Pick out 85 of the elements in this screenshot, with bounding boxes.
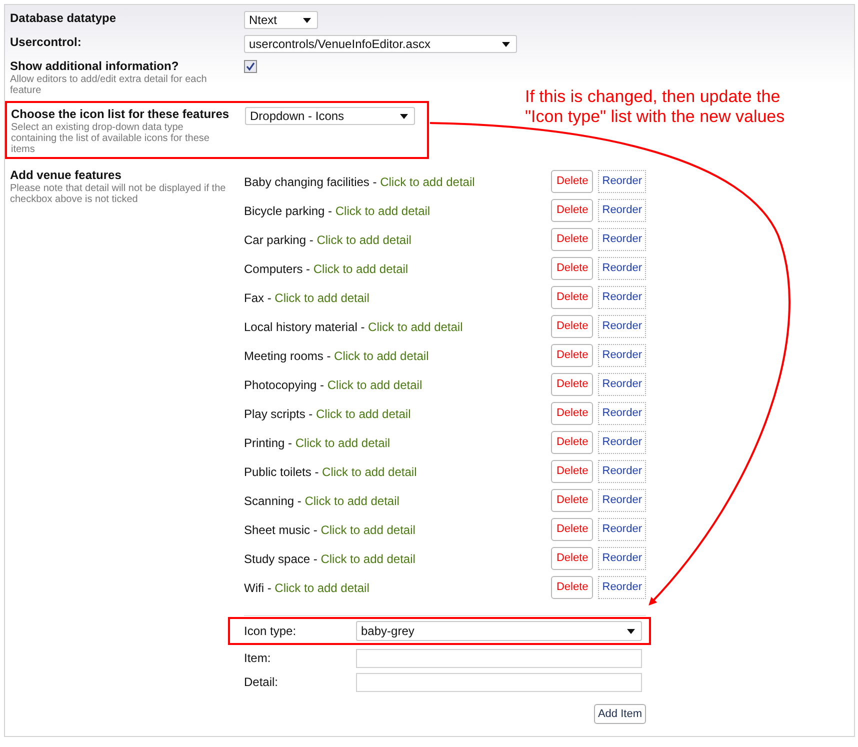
- field-label: Usercontrol:: [10, 34, 82, 50]
- delete-button[interactable]: Delete: [551, 402, 594, 425]
- field-label: Icon type:: [244, 623, 298, 640]
- feature-item: Printing - Click to add detail: [244, 434, 390, 452]
- delete-button[interactable]: Delete: [551, 199, 594, 222]
- add-detail-link[interactable]: Click to add detail: [380, 174, 475, 188]
- delete-button[interactable]: Delete: [551, 547, 594, 570]
- add-detail-link[interactable]: Click to add detail: [313, 262, 408, 276]
- caret-icon: [400, 114, 408, 118]
- add-detail-link[interactable]: Click to add detail: [334, 348, 429, 362]
- add-detail-link[interactable]: Click to add detail: [368, 320, 463, 334]
- feature-item: Wifi - Click to add detail: [244, 580, 370, 596]
- add-detail-link[interactable]: Click to add detail: [335, 204, 430, 218]
- delete-button[interactable]: Delete: [551, 286, 594, 309]
- delete-button[interactable]: Delete: [551, 460, 594, 483]
- add-detail-link[interactable]: Click to add detail: [316, 406, 411, 420]
- reorder-button[interactable]: Reorder: [598, 576, 646, 599]
- feature-item: Computers - Click to add detail: [244, 260, 408, 278]
- field-description: Select an existing drop-down data type containing the list of available icons for these items: [11, 122, 210, 155]
- delete-button[interactable]: Delete: [551, 315, 594, 338]
- delete-button[interactable]: Delete: [551, 431, 594, 454]
- feature-item: Meeting rooms - Click to add detail: [244, 348, 429, 364]
- dropdown[interactable]: Dropdown - Icons: [245, 107, 415, 125]
- dropdown[interactable]: usercontrols/VenueInfoEditor.ascx: [244, 35, 517, 53]
- field-label: Choose the icon list for these features: [11, 106, 230, 122]
- feature-item: Study space - Click to add detail: [244, 550, 416, 568]
- delete-button[interactable]: Delete: [551, 489, 594, 512]
- delete-button[interactable]: Delete: [551, 518, 594, 541]
- dropdown[interactable]: Ntext: [244, 11, 318, 29]
- checkbox[interactable]: [244, 60, 257, 73]
- reorder-button[interactable]: Reorder: [598, 257, 646, 280]
- add-item-button[interactable]: Add Item: [594, 704, 646, 724]
- reorder-button[interactable]: Reorder: [598, 460, 646, 483]
- reorder-button[interactable]: Reorder: [598, 170, 646, 193]
- delete-button[interactable]: Delete: [551, 228, 594, 251]
- reorder-button[interactable]: Reorder: [598, 228, 646, 251]
- reorder-button[interactable]: Reorder: [598, 286, 646, 309]
- delete-button[interactable]: Delete: [551, 576, 594, 599]
- add-detail-link[interactable]: Click to add detail: [327, 378, 422, 392]
- field-label: Show additional information?: [10, 58, 180, 74]
- caret-icon: [502, 42, 510, 46]
- add-detail-link[interactable]: Click to add detail: [274, 290, 370, 304]
- field-label: Add venue features: [10, 167, 122, 183]
- caret-icon: [627, 628, 635, 634]
- reorder-button[interactable]: Reorder: [598, 489, 646, 512]
- annotation-text: "Icon type" list with the new values: [525, 107, 785, 127]
- delete-button[interactable]: Delete: [551, 373, 594, 396]
- reorder-button[interactable]: Reorder: [598, 518, 646, 541]
- reorder-button[interactable]: Reorder: [598, 373, 646, 396]
- field-label: Database datatype: [10, 10, 118, 26]
- reorder-button[interactable]: Reorder: [598, 199, 646, 222]
- reorder-button[interactable]: Reorder: [598, 344, 646, 367]
- feature-item: Photocopying - Click to add detail: [244, 376, 422, 394]
- caret-icon: [303, 18, 311, 22]
- feature-item: Sheet music - Click to add detail: [244, 522, 416, 538]
- dropdown[interactable]: baby-grey: [356, 621, 642, 641]
- add-detail-link[interactable]: Click to add detail: [320, 522, 416, 536]
- input-field[interactable]: [356, 648, 642, 668]
- add-detail-link[interactable]: Click to add detail: [295, 436, 390, 450]
- feature-item: Local history material - Click to add detail: [244, 318, 463, 336]
- reorder-button[interactable]: Reorder: [598, 402, 646, 425]
- reorder-button[interactable]: Reorder: [598, 315, 646, 338]
- reorder-button[interactable]: Reorder: [598, 547, 646, 570]
- feature-item: Fax - Click to add detail: [244, 290, 370, 306]
- feature-item: Public toilets - Click to add detail: [244, 464, 417, 480]
- feature-item: Scanning - Click to add detail: [244, 492, 400, 510]
- add-detail-link[interactable]: Click to add detail: [316, 232, 412, 246]
- feature-item: Play scripts - Click to add detail: [244, 406, 411, 422]
- add-detail-link[interactable]: Click to add detail: [322, 464, 417, 478]
- delete-button[interactable]: Delete: [551, 344, 594, 367]
- reorder-button[interactable]: Reorder: [598, 431, 646, 454]
- input-field[interactable]: [356, 672, 642, 692]
- delete-button[interactable]: Delete: [551, 170, 594, 193]
- delete-button[interactable]: Delete: [551, 257, 594, 280]
- add-detail-link[interactable]: Click to add detail: [320, 552, 416, 566]
- feature-item: Baby changing facilities - Click to add detail: [244, 174, 475, 190]
- field-description: Allow editors to add/edit extra detail for each feature: [10, 74, 208, 96]
- field-description: Please note that detail will not be displayed if the checkbox above is not ticked: [10, 183, 227, 205]
- add-detail-link[interactable]: Click to add detail: [274, 580, 370, 594]
- feature-item: Bicycle parking - Click to add detail: [244, 202, 430, 220]
- add-detail-link[interactable]: Click to add detail: [304, 494, 400, 508]
- annotation-text: If this is changed, then update the: [525, 87, 782, 107]
- field-label: Detail:: [244, 674, 280, 691]
- field-label: Item:: [244, 650, 272, 667]
- feature-item: Car parking - Click to add detail: [244, 232, 412, 248]
